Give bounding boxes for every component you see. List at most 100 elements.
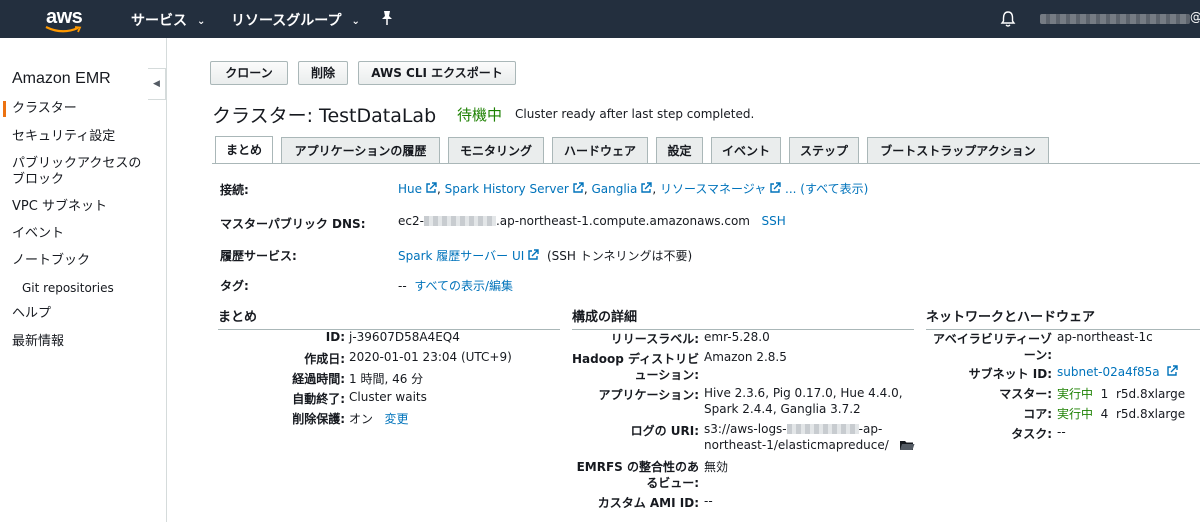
show-all-connections-link[interactable]: ... (すべて表示) <box>785 182 868 196</box>
summary-section-heading: まとめ <box>218 306 560 330</box>
master-node-type: r5d.8xlarge <box>1115 387 1186 401</box>
sidebar-item-whats-new[interactable]: 最新情報 <box>12 334 64 350</box>
top-navigation-bar: aws サービス ⌄ リソースグループ ⌄ @ <box>0 0 1200 38</box>
sidebar-item-events[interactable]: イベント <box>12 226 64 242</box>
core-node-status: 実行中 <box>1057 407 1094 421</box>
tags-empty: -- <box>398 279 407 293</box>
history-note: (SSH トンネリングは不要) <box>546 249 693 263</box>
spark-history-ui-link[interactable]: Spark 履歴サーバー UI <box>398 249 524 263</box>
resource-groups-menu[interactable]: リソースグループ ⌄ <box>231 10 360 30</box>
sidebar-collapse-toggle[interactable]: ◀ <box>148 68 166 100</box>
custom-ami-value: -- <box>704 494 713 508</box>
master-dns-label: マスターパブリック DNS: <box>220 217 366 231</box>
sidebar-item-public-access-line2[interactable]: ブロック <box>12 172 64 188</box>
tab-monitoring[interactable]: モニタリング <box>448 137 544 164</box>
external-link-icon <box>770 182 781 193</box>
elapsed-value: 1 時間, 46 分 <box>349 372 424 386</box>
change-termination-protection-link[interactable]: 変更 <box>384 412 408 426</box>
availability-zone-value: ap-northeast-1c <box>1057 330 1153 344</box>
chevron-down-icon: ⌄ <box>197 16 206 27</box>
tab-steps[interactable]: ステップ <box>789 137 859 164</box>
master-dns-value: ec2- .ap-northeast-1.compute.amazonaws.co… <box>398 214 786 228</box>
tab-application-history[interactable]: アプリケーションの履歴 <box>281 137 440 164</box>
redacted-text <box>786 424 859 434</box>
tab-hardware[interactable]: ハードウェア <box>552 137 648 164</box>
account-name-redacted[interactable] <box>1040 14 1190 24</box>
delete-button[interactable]: 削除 <box>298 61 348 85</box>
custom-ami-label: カスタム AMI ID: <box>597 496 699 510</box>
tab-events[interactable]: イベント <box>711 137 781 164</box>
sidebar-item-security-config[interactable]: セキュリティ設定 <box>12 129 115 145</box>
aws-smile-icon <box>45 26 82 33</box>
account-suffix: @ <box>1190 10 1200 24</box>
cluster-id-value: j-39607D58A4EQ4 <box>349 330 460 344</box>
tab-bootstrap-actions[interactable]: ブートストラップアクション <box>867 137 1049 164</box>
tab-summary[interactable]: まとめ <box>215 136 273 164</box>
master-dns-prefix: ec2- <box>398 214 424 228</box>
connections-links: Hue, Spark History Server, Ganglia, リソース… <box>398 182 869 196</box>
sidebar-item-notebooks[interactable]: ノートブック <box>12 253 90 269</box>
sidebar-item-git-repositories[interactable]: Git repositories <box>22 280 114 296</box>
external-link-icon <box>528 249 540 260</box>
release-label-value: emr-5.28.0 <box>704 330 770 344</box>
sidebar-item-public-access-line1[interactable]: パブリックアクセスの <box>12 156 141 172</box>
subnet-id-label: サブネット ID: <box>968 367 1052 381</box>
external-link-icon <box>573 182 584 193</box>
connections-label: 接続: <box>220 183 249 197</box>
external-link-icon <box>426 182 437 193</box>
log-uri-path: northeast-1/elasticmapreduce/ <box>704 438 889 452</box>
cluster-status: 待機中 <box>457 106 503 124</box>
hadoop-distribution-value: Amazon 2.8.5 <box>704 350 787 364</box>
subnet-id-value: subnet-02a4f85a <box>1057 365 1178 379</box>
services-menu[interactable]: サービス ⌄ <box>131 10 205 30</box>
core-node-count: 4 <box>1100 407 1109 421</box>
availability-zone-label-line1: アベイラビリティーゾ <box>932 332 1052 346</box>
subnet-id-link[interactable]: subnet-02a4f85a <box>1057 365 1160 379</box>
applications-value-line2: Spark 2.4.4, Ganglia 3.7.2 <box>704 402 861 416</box>
hue-link[interactable]: Hue <box>398 182 422 196</box>
hadoop-distribution-label-line1: Hadoop ディストリビ <box>572 352 700 366</box>
folder-icon[interactable] <box>899 439 915 451</box>
master-node-value: 実行中 1 r5d.8xlarge <box>1057 385 1185 402</box>
redacted-text <box>423 216 496 226</box>
log-uri-label: ログの URI: <box>630 424 699 438</box>
master-node-status: 実行中 <box>1057 387 1094 401</box>
master-node-count: 1 <box>1100 387 1109 401</box>
ganglia-link[interactable]: Ganglia <box>591 182 637 196</box>
tab-configurations[interactable]: 設定 <box>656 137 703 164</box>
termination-protection-label: 削除保護: <box>292 412 345 426</box>
view-edit-tags-link[interactable]: すべての表示/編集 <box>414 279 513 293</box>
log-uri-prefix: s3://aws-logs- <box>704 422 787 436</box>
emrfs-value: 無効 <box>704 460 729 474</box>
external-link-icon <box>641 182 653 193</box>
aws-cli-export-button[interactable]: AWS CLI エクスポート <box>358 61 516 85</box>
created-value: 2020-01-01 23:04 (UTC+9) <box>349 350 512 364</box>
sidebar-item-vpc-subnets[interactable]: VPC サブネット <box>12 199 107 215</box>
log-uri-value-line1: s3://aws-logs- -ap- <box>704 422 882 436</box>
task-node-value: -- <box>1057 425 1066 439</box>
applications-value-line1: Hive 2.3.6, Pig 0.17.0, Hue 4.4.0, <box>704 386 903 400</box>
external-link-icon <box>1166 365 1178 376</box>
active-indicator <box>3 101 6 117</box>
sidebar-item-help[interactable]: ヘルプ <box>12 306 51 322</box>
core-node-type: r5d.8xlarge <box>1115 407 1186 421</box>
cluster-id-label: ID: <box>325 330 345 344</box>
config-section-heading: 構成の詳細 <box>572 306 914 330</box>
termination-protection-value: オン 変更 <box>349 410 408 427</box>
page-title: クラスター: TestDataLab <box>212 105 437 127</box>
bell-icon[interactable] <box>1000 10 1016 28</box>
spark-history-server-link[interactable]: Spark History Server <box>445 182 569 196</box>
clone-button[interactable]: クローン <box>210 61 288 85</box>
task-node-label: タスク: <box>1011 427 1052 441</box>
resource-manager-link[interactable]: リソースマネージャ <box>660 182 766 196</box>
sidebar-item-clusters[interactable]: クラスター <box>12 101 77 117</box>
pin-icon[interactable] <box>380 10 394 26</box>
aws-logo[interactable]: aws <box>40 6 90 34</box>
tags-label: タグ: <box>220 279 249 293</box>
ssh-link[interactable]: SSH <box>761 214 785 228</box>
termination-protection-state: オン <box>349 412 374 426</box>
resource-groups-label: リソースグループ <box>231 13 342 29</box>
sidebar-title: Amazon EMR <box>12 70 111 87</box>
release-label-label: リリースラベル: <box>610 332 699 346</box>
elapsed-label: 経過時間: <box>292 372 345 386</box>
